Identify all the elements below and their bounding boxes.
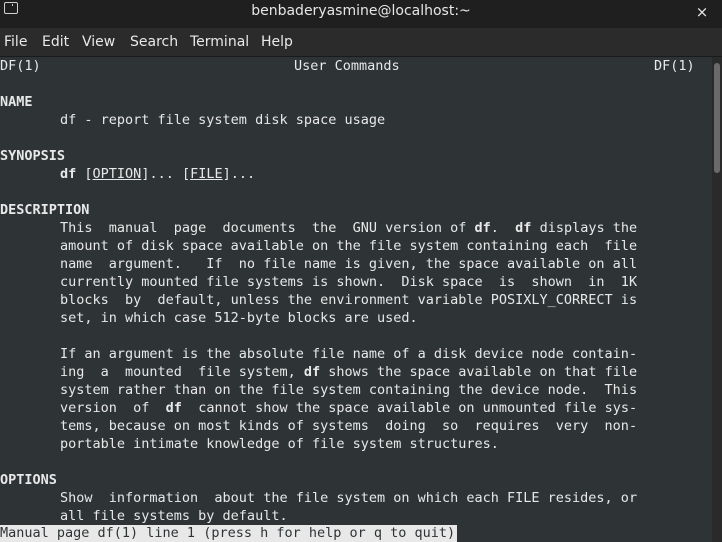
window-title: benbaderyasmine@localhost:~ — [251, 3, 471, 19]
scrollbar-thumb[interactable] — [714, 63, 720, 173]
menu-view[interactable]: View — [82, 28, 115, 56]
text-span: This manual page documents the GNU versi… — [60, 220, 475, 236]
section-heading-synopsis: SYNOPSIS — [0, 148, 66, 164]
menu-help[interactable]: Help — [261, 28, 293, 56]
options-line: all file systems by default. — [60, 508, 288, 524]
menu-terminal[interactable]: Terminal — [190, 28, 249, 56]
man-header-right: DF(1) — [654, 58, 695, 74]
menu-search[interactable]: Search — [130, 28, 178, 56]
options-line: Show information about the file system o… — [60, 490, 638, 506]
description-line: name argument. If no file name is given,… — [60, 256, 638, 272]
menu-file[interactable]: File — [4, 28, 27, 56]
description-line: set, in which case 512-byte blocks are u… — [60, 310, 418, 326]
section-heading-name: NAME — [0, 94, 33, 110]
text-span: version of — [60, 400, 166, 416]
description-line: blocks by default, unless the environmen… — [60, 292, 638, 308]
description-line: If an argument is the absolute file name… — [60, 346, 638, 362]
text-span: displays the — [531, 220, 638, 236]
text-span: ing a mounted file system, — [60, 364, 304, 380]
text-span: cannot show the space available on unmou… — [181, 400, 638, 416]
section-heading-options: OPTIONS — [0, 472, 57, 488]
synopsis-bracket: [ — [84, 166, 93, 182]
cmd-span: df — [474, 220, 491, 236]
text-span: . — [490, 220, 516, 236]
description-line: amount of disk space available on the fi… — [60, 238, 638, 254]
close-icon[interactable]: × — [692, 2, 712, 22]
pager-status-line: Manual page df(1) line 1 (press h for he… — [0, 525, 458, 542]
description-line: currently mounted file systems is shown.… — [60, 274, 638, 290]
synopsis-cmd: df — [60, 166, 77, 182]
name-text: df - report file system disk space usage — [60, 112, 386, 128]
section-heading-description: DESCRIPTION — [0, 202, 90, 218]
description-line: portable intimate knowledge of file syst… — [60, 436, 499, 452]
title-bar: benbaderyasmine@localhost:~ × — [0, 0, 722, 28]
description-line: version of df cannot show the space avai… — [60, 399, 637, 417]
description-line: tems, because on most kinds of systems d… — [60, 418, 638, 434]
terminal-output[interactable]: DF(1) User Commands DF(1) NAME df - repo… — [0, 57, 712, 542]
synopsis-text: df [OPTION]... [FILE]... — [60, 165, 255, 183]
synopsis-option: OPTION — [92, 166, 142, 182]
text-span: shows the space available on that file — [320, 364, 638, 380]
cmd-span: df — [303, 364, 321, 380]
cmd-span: df — [515, 220, 532, 236]
synopsis-file: FILE — [190, 166, 223, 182]
description-line: ing a mounted file system, df shows the … — [60, 363, 637, 381]
scrollbar[interactable] — [712, 57, 722, 542]
menu-edit[interactable]: Edit — [42, 28, 69, 56]
menu-bar: File Edit View Search Terminal Help — [0, 28, 722, 57]
description-line: system rather than on the file system co… — [60, 382, 638, 398]
synopsis-dots: ]... [ — [141, 166, 191, 182]
cmd-span: df — [165, 400, 182, 416]
man-header-left: DF(1) — [0, 58, 41, 74]
man-header-center: User Commands — [294, 58, 400, 74]
description-line: This manual page documents the GNU versi… — [60, 219, 637, 237]
synopsis-end: ]... — [222, 166, 256, 182]
